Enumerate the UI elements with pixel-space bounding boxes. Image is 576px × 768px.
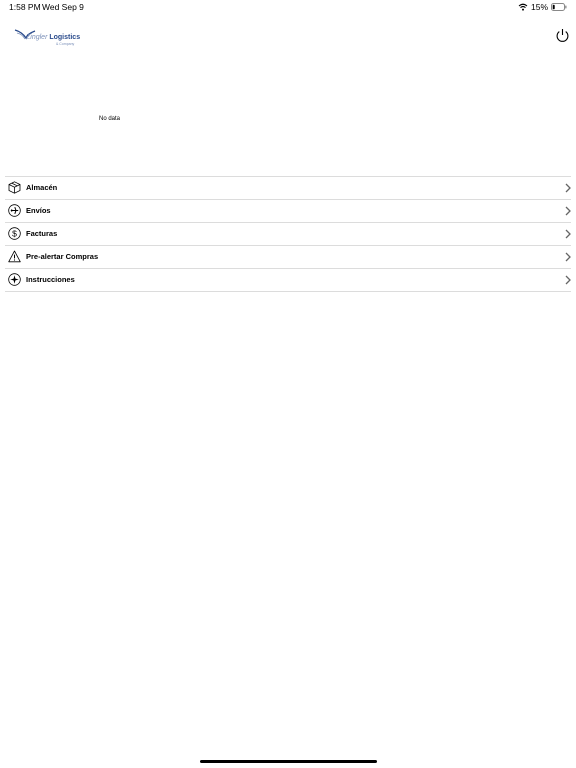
menu-item-label: Pre-alertar Compras (26, 252, 99, 261)
dollar-icon: $ (8, 227, 21, 240)
menu-item-label: Envíos (26, 206, 51, 215)
chevron-right-icon (565, 206, 571, 216)
airplane-icon (8, 204, 21, 217)
wifi-icon (518, 3, 528, 11)
power-button[interactable] (555, 28, 570, 43)
battery-icon (551, 3, 567, 11)
main-menu: Almacén Envíos $ Facturas Pre-alertar Co… (5, 176, 571, 292)
logo-text-bold: Logistics (49, 34, 81, 41)
logo-subtext: & Company (56, 42, 75, 46)
home-indicator[interactable] (200, 760, 377, 763)
menu-item-label: Instrucciones (26, 275, 75, 284)
package-icon (8, 181, 21, 194)
svg-text:$: $ (12, 229, 17, 239)
logo-text-light: Zingler (26, 34, 48, 41)
chevron-right-icon (565, 252, 571, 262)
chevron-right-icon (565, 275, 571, 285)
menu-item-label: Almacén (26, 183, 58, 192)
menu-item-facturas[interactable]: $ Facturas (5, 223, 571, 246)
menu-item-almacen[interactable]: Almacén (5, 177, 571, 200)
warning-icon (8, 250, 21, 263)
status-bar: 1:58 PM Wed Sep 9 15% (0, 0, 576, 14)
battery-percent: 15% (530, 2, 548, 12)
status-date: Wed Sep 9 (42, 2, 84, 12)
company-logo: Zingler Logistics & Company (14, 28, 84, 50)
logo-text: Zingler Logistics (26, 34, 80, 41)
status-time: 1:58 PM (9, 2, 41, 12)
chevron-right-icon (565, 183, 571, 193)
menu-item-pre-alertar-compras[interactable]: Pre-alertar Compras (5, 246, 571, 269)
power-icon (556, 29, 569, 42)
menu-item-envios[interactable]: Envíos (5, 200, 571, 223)
menu-item-label: Facturas (26, 229, 58, 238)
menu-item-instrucciones[interactable]: Instrucciones (5, 269, 571, 292)
chevron-right-icon (565, 229, 571, 239)
status-right: 15% (518, 2, 567, 12)
compass-icon (8, 273, 21, 286)
chart-empty-message: No data (99, 116, 121, 122)
